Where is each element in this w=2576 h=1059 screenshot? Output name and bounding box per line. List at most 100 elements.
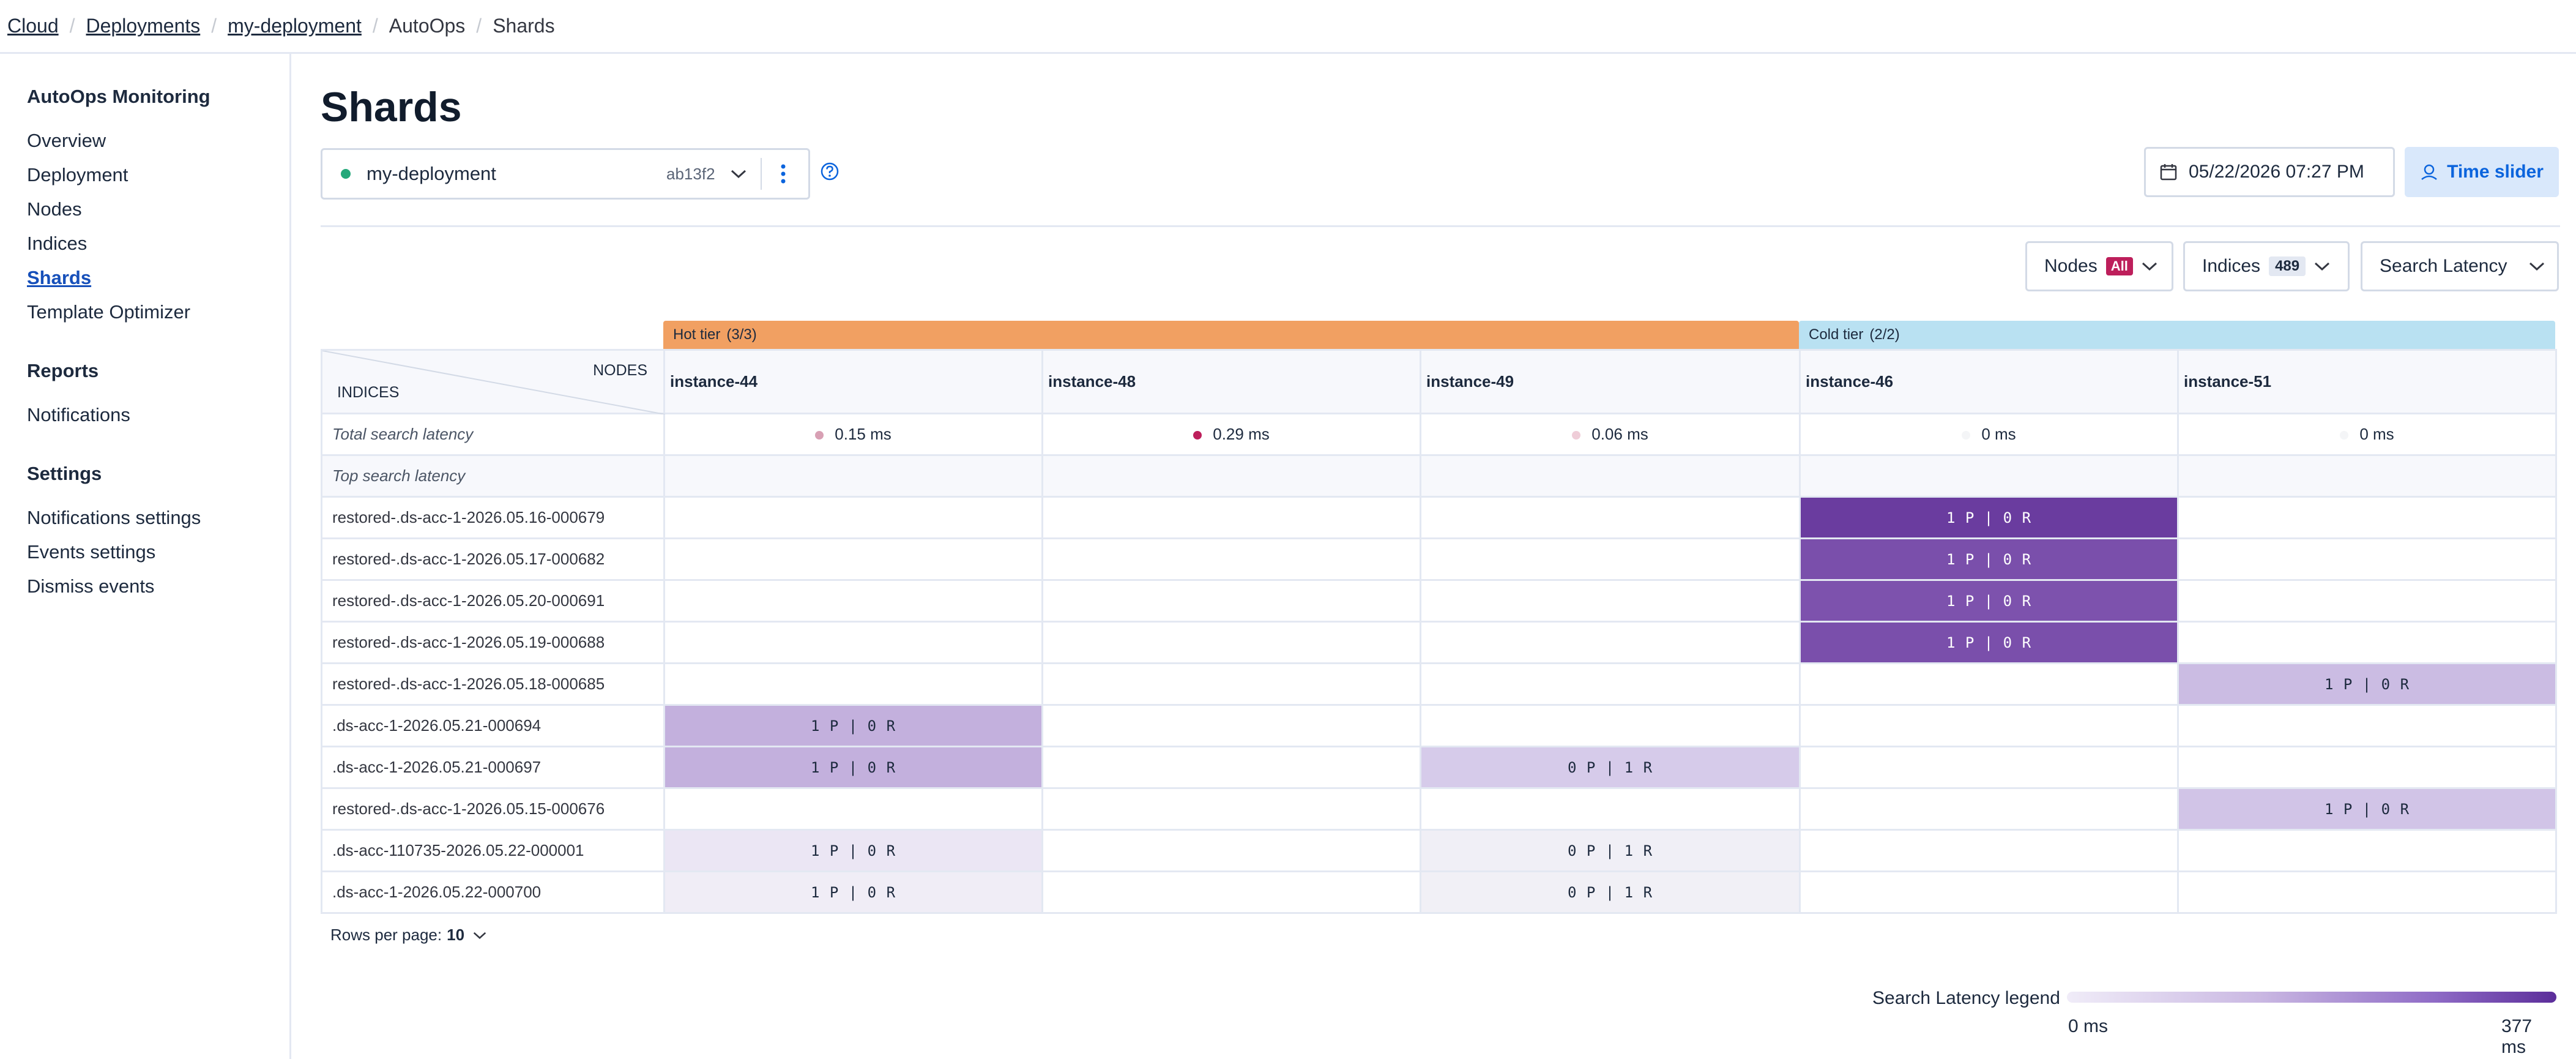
empty-cell [1799, 829, 2179, 872]
date-picker[interactable]: 05/22/2026 07:27 PM [2144, 147, 2395, 197]
breadcrumb: Cloud / Deployments / my-deployment / AutoOps /… [0, 0, 2576, 54]
empty-cell [1420, 579, 1801, 623]
shard-cell[interactable]: 1 P | 0 R [663, 746, 1043, 789]
empty-cell [2177, 496, 2557, 539]
index-name[interactable]: restored-.ds-acc-1-2026.05.18-000685 [321, 662, 665, 706]
calendar-icon [2159, 163, 2178, 181]
legend-min: 0 ms [2068, 1016, 2109, 1036]
shard-cell[interactable]: 1 P | 0 R [663, 829, 1043, 872]
table-row: restored-.ds-acc-1-2026.05.17-000682 1 P … [321, 537, 2557, 581]
chevron-down-icon [2314, 261, 2330, 271]
tier-hot-header: Hot tier (3/3) [663, 321, 1799, 349]
sidebar-item-nodes[interactable]: Nodes [27, 192, 289, 226]
breadcrumb-item[interactable]: my-deployment [228, 15, 362, 37]
shard-cell[interactable]: 1 P | 0 R [663, 870, 1043, 914]
time-slider-label: Time slider [2447, 162, 2544, 182]
shard-cell[interactable]: 1 P | 0 R [1799, 621, 2179, 664]
latency-dot-icon [1962, 431, 1971, 440]
table-row: restored-.ds-acc-1-2026.05.18-000685 1 P … [321, 662, 2557, 706]
index-name[interactable]: restored-.ds-acc-1-2026.05.17-000682 [321, 537, 665, 581]
sidebar-item-shards[interactable]: Shards [27, 261, 289, 295]
shard-cell[interactable]: 1 P | 0 R [2177, 787, 2557, 831]
nodes-filter[interactable]: Nodes All [2025, 241, 2173, 291]
node-column-header[interactable]: instance-46 [1799, 349, 2179, 414]
breadcrumb-separator: / [476, 15, 482, 37]
shard-cell[interactable]: 0 P | 1 R [1420, 870, 1801, 914]
breadcrumb-item[interactable]: Cloud [7, 15, 59, 37]
more-options-icon[interactable] [762, 152, 805, 195]
empty-cell [2177, 704, 2557, 747]
latency-dot-icon [1572, 431, 1581, 440]
index-name[interactable]: .ds-acc-110735-2026.05.22-000001 [321, 829, 665, 872]
chevron-down-icon[interactable] [726, 162, 751, 186]
node-column-header[interactable]: instance-51 [2177, 349, 2557, 414]
empty-cell [1041, 454, 1421, 498]
empty-cell [1420, 704, 1801, 747]
empty-cell [663, 496, 1043, 539]
deployment-picker[interactable]: my-deployment ab13f2 [321, 148, 810, 200]
sidebar-group-title: Reports [27, 360, 99, 381]
rows-per-page-label: Rows per page: [330, 926, 442, 944]
node-column-header[interactable]: instance-49 [1420, 349, 1801, 414]
index-name[interactable]: .ds-acc-1-2026.05.22-000700 [321, 870, 665, 914]
latency-value: 0.15 ms [835, 425, 892, 443]
index-name[interactable]: .ds-acc-1-2026.05.21-000694 [321, 704, 665, 747]
empty-cell [1799, 704, 2179, 747]
shard-cell[interactable]: 1 P | 0 R [2177, 662, 2557, 706]
empty-cell [663, 579, 1043, 623]
sidebar-item-deployment[interactable]: Deployment [27, 158, 289, 192]
sidebar-item-notifications-settings[interactable]: Notifications settings [27, 501, 289, 535]
deployment-name: my-deployment [367, 163, 496, 184]
tier-count: (3/3) [726, 326, 757, 343]
breadcrumb-separator: / [211, 15, 217, 37]
rows-per-page[interactable]: Rows per page: 10 [330, 926, 486, 945]
metric-select[interactable]: Search Latency [2361, 241, 2559, 291]
help-icon[interactable] [820, 162, 844, 186]
legend-title: Search Latency legend [1872, 988, 2060, 1008]
empty-cell [2177, 870, 2557, 914]
empty-cell [663, 454, 1043, 498]
rows-per-page-value: 10 [447, 926, 465, 944]
breadcrumb-item[interactable]: Deployments [86, 15, 201, 37]
index-name[interactable]: restored-.ds-acc-1-2026.05.20-000691 [321, 579, 665, 623]
page-title: Shards [321, 84, 462, 130]
empty-cell [1420, 496, 1801, 539]
divider [321, 225, 2560, 227]
table-row: restored-.ds-acc-1-2026.05.15-000676 1 P … [321, 787, 2557, 831]
latency-value: 0 ms [2359, 425, 2394, 443]
node-column-header[interactable]: instance-44 [663, 349, 1043, 414]
empty-cell [1041, 537, 1421, 581]
breadcrumb-item: Shards [493, 15, 555, 37]
sidebar-item-events-settings[interactable]: Events settings [27, 535, 289, 569]
sidebar-item-dismiss-events[interactable]: Dismiss events [27, 569, 289, 604]
indices-filter-badge: 489 [2269, 256, 2306, 276]
index-name[interactable]: restored-.ds-acc-1-2026.05.15-000676 [321, 787, 665, 831]
empty-cell [2177, 454, 2557, 498]
empty-cell [663, 662, 1043, 706]
sidebar-item-overview[interactable]: Overview [27, 124, 289, 158]
latency-value: 0.29 ms [1213, 425, 1270, 443]
empty-cell [1420, 621, 1801, 664]
index-name[interactable]: .ds-acc-1-2026.05.21-000697 [321, 746, 665, 789]
shard-cell[interactable]: 1 P | 0 R [663, 704, 1043, 747]
shard-cell[interactable]: 1 P | 0 R [1799, 537, 2179, 581]
deployment-id: ab13f2 [666, 164, 715, 183]
index-name[interactable]: restored-.ds-acc-1-2026.05.19-000688 [321, 621, 665, 664]
indices-filter[interactable]: Indices 489 [2183, 241, 2350, 291]
breadcrumb-item: AutoOps [389, 15, 466, 37]
shard-cell[interactable]: 0 P | 1 R [1420, 746, 1801, 789]
node-column-header[interactable]: instance-48 [1041, 349, 1421, 414]
time-slider-button[interactable]: Time slider [2405, 147, 2559, 197]
table-corner: NODES INDICES [321, 349, 665, 414]
latency-cell: 0.29 ms [1041, 413, 1421, 456]
sidebar-item-template-optimizer[interactable]: Template Optimizer [27, 295, 289, 329]
shard-cell[interactable]: 1 P | 0 R [1799, 579, 2179, 623]
sidebar-item-indices[interactable]: Indices [27, 226, 289, 261]
index-name[interactable]: restored-.ds-acc-1-2026.05.16-000679 [321, 496, 665, 539]
table-row: restored-.ds-acc-1-2026.05.20-000691 1 P … [321, 579, 2557, 623]
shard-cell[interactable]: 0 P | 1 R [1420, 829, 1801, 872]
shard-cell[interactable]: 1 P | 0 R [1799, 496, 2179, 539]
empty-cell [2177, 579, 2557, 623]
empty-cell [1041, 746, 1421, 789]
sidebar-item-notifications[interactable]: Notifications [27, 398, 289, 432]
